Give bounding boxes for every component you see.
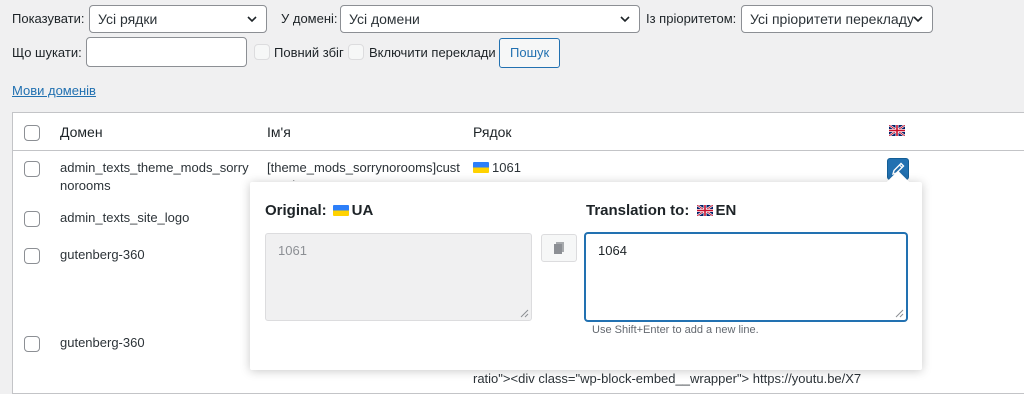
uk-flag-icon	[695, 204, 714, 217]
row-domain: admin_texts_theme_mods_sorrynorooms	[60, 160, 249, 193]
new-line-hint: Use Shift+Enter to add a new line.	[592, 324, 759, 336]
translation-value: 1064	[598, 243, 627, 258]
search-button[interactable]: Пошук	[499, 38, 561, 68]
domain-filter-value: Усі домени	[349, 11, 420, 27]
table-header: Домен Ім'я Рядок	[13, 113, 1024, 151]
priority-filter-label: Із пріоритетом:	[646, 11, 737, 26]
original-textarea: 1061	[265, 233, 532, 321]
exact-match-checkbox[interactable]	[254, 44, 270, 60]
exact-match-label: Повний збіг	[274, 45, 344, 60]
domain-languages-link[interactable]: Мови доменів	[12, 83, 96, 98]
copy-original-button[interactable]	[541, 234, 577, 262]
translation-lang: EN	[715, 202, 737, 219]
chevron-down-icon	[913, 16, 923, 23]
translation-textarea[interactable]: 1064	[585, 233, 907, 321]
include-translations-label: Включити переклади	[369, 45, 496, 60]
ua-flag-icon	[473, 162, 489, 173]
column-header-domain[interactable]: Домен	[60, 124, 103, 140]
row-checkbox[interactable]	[24, 161, 40, 177]
translation-label: Translation to:	[586, 202, 690, 219]
show-filter-value: Усі рядки	[98, 11, 158, 27]
row-string: ratio"><div class="wp-block-embed__wrapp…	[473, 371, 862, 386]
uk-flag-icon	[889, 125, 905, 136]
search-input[interactable]	[86, 37, 247, 67]
select-all-checkbox[interactable]	[24, 125, 40, 141]
row-domain: gutenberg-360	[60, 335, 145, 350]
domain-filter-select[interactable]: Усі домени	[340, 5, 640, 33]
priority-filter-value: Усі пріоритети перекладу	[750, 11, 914, 27]
row-string: 1061	[473, 159, 521, 177]
original-value: 1061	[278, 243, 307, 258]
copy-icon	[554, 242, 564, 254]
search-label: Що шукати:	[12, 45, 82, 60]
chevron-down-icon	[620, 16, 630, 23]
include-translations-checkbox[interactable]	[348, 44, 364, 60]
translation-heading: Translation to: EN	[586, 202, 736, 219]
domain-filter-label: У домені:	[281, 11, 338, 26]
row-checkbox[interactable]	[24, 336, 40, 352]
row-domain: admin_texts_site_logo	[60, 210, 190, 225]
chevron-down-icon	[247, 16, 257, 23]
row-string-value: 1061	[492, 160, 521, 175]
ua-flag-icon	[332, 205, 349, 216]
resize-grip-icon[interactable]	[895, 309, 904, 318]
priority-filter-select[interactable]: Усі пріоритети перекладу	[741, 5, 933, 33]
show-filter-select[interactable]: Усі рядки	[89, 5, 267, 33]
row-checkbox[interactable]	[24, 211, 40, 227]
row-name: [theme_mods_sorrynorooms]custom_logo	[267, 160, 460, 181]
show-filter-label: Показувати:	[12, 11, 85, 26]
row-checkbox[interactable]	[24, 248, 40, 264]
original-lang: UA	[351, 202, 374, 219]
original-heading: Original: UA	[265, 202, 373, 219]
original-label: Original:	[265, 202, 327, 219]
column-header-string[interactable]: Рядок	[473, 124, 512, 140]
row-domain: gutenberg-360	[60, 247, 145, 262]
column-header-name[interactable]: Ім'я	[267, 124, 291, 140]
resize-grip-icon	[520, 309, 529, 318]
